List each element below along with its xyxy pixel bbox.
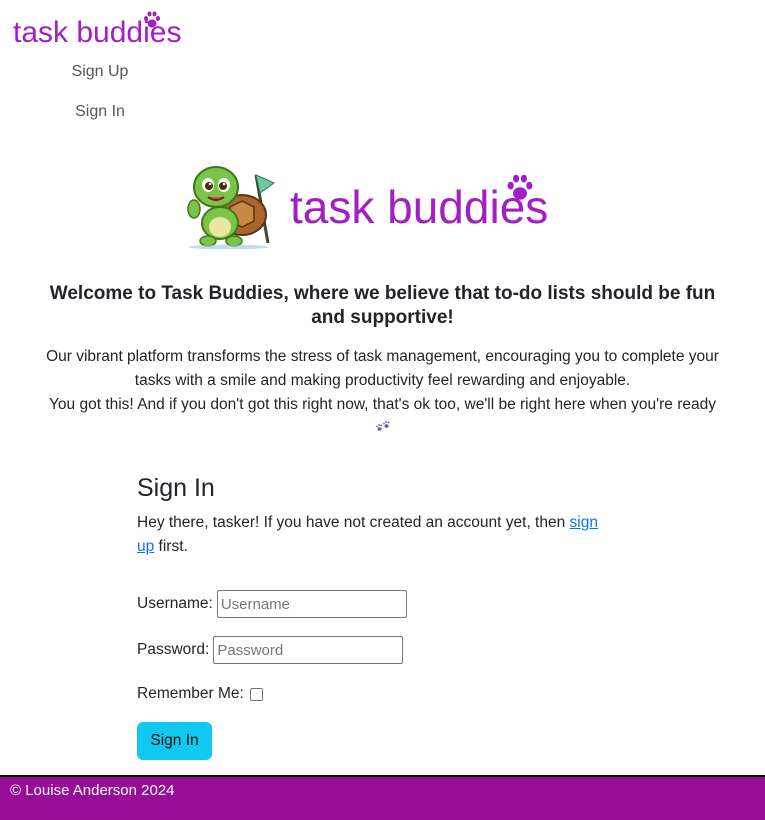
- sign-in-button[interactable]: Sign In: [137, 722, 212, 760]
- paw-prints-icon: [375, 421, 389, 431]
- footer: © Louise Anderson 2024: [0, 775, 765, 820]
- signin-intro-suffix: first.: [154, 538, 188, 555]
- welcome-heading: Welcome to Task Buddies, where we believ…: [49, 283, 716, 328]
- remember-label: Remember Me:: [137, 685, 244, 702]
- intro-text: Our vibrant platform transforms the stre…: [40, 345, 725, 441]
- footer-copyright: © Louise Anderson 2024: [10, 782, 175, 799]
- username-label: Username:: [137, 595, 213, 612]
- password-input[interactable]: [213, 636, 404, 664]
- remember-row: Remember Me:: [137, 682, 263, 706]
- username-row: Username:: [137, 590, 407, 618]
- encouragement-text: You got this! And if you don't got this …: [49, 396, 716, 413]
- intro-paragraph: Our vibrant platform transforms the stre…: [46, 348, 719, 389]
- paw-icon: [507, 174, 533, 200]
- signin-intro: Hey there, tasker! If you have not creat…: [137, 511, 617, 559]
- brand-wordmark-wrap: task buddies: [13, 11, 181, 52]
- signin-title: Sign In: [137, 474, 215, 502]
- password-label: Password:: [137, 641, 210, 658]
- signin-intro-text: Hey there, tasker! If you have not creat…: [137, 514, 570, 531]
- username-input[interactable]: [216, 590, 407, 618]
- turtle-mascot-icon: [187, 166, 276, 249]
- remember-me-checkbox[interactable]: [249, 687, 263, 701]
- nav-sign-in-link[interactable]: Sign In: [0, 100, 200, 124]
- page: task buddies Sign Up Sign In task buddie…: [0, 0, 765, 820]
- nav-sign-up-link[interactable]: Sign Up: [0, 60, 200, 84]
- brand-logo[interactable]: task buddies: [13, 11, 181, 52]
- password-row: Password:: [137, 636, 404, 664]
- paw-icon: [144, 11, 160, 28]
- intro-paragraph-encouragement: You got this! And if you don't got this …: [40, 393, 725, 441]
